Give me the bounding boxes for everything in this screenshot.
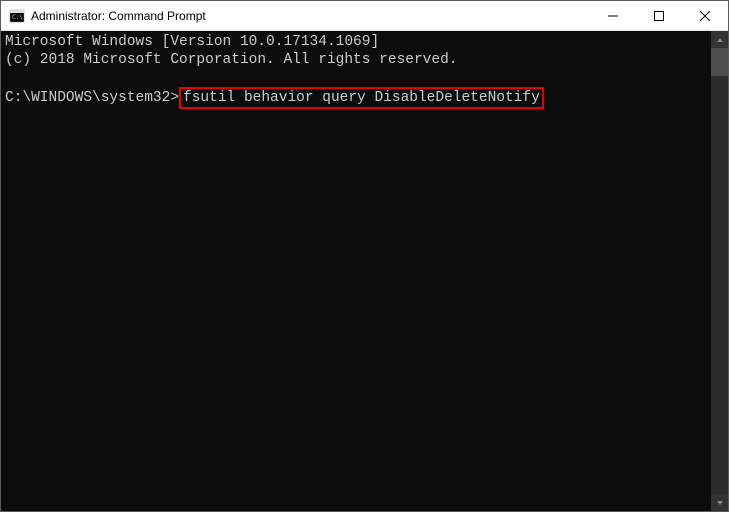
terminal-line: (c) 2018 Microsoft Corporation. All righ… — [5, 52, 457, 68]
close-button[interactable] — [682, 1, 728, 30]
vertical-scrollbar[interactable] — [711, 31, 728, 511]
window-frame: C:\ Administrator: Command Prompt Micros… — [0, 0, 729, 512]
app-icon: C:\ — [9, 8, 25, 24]
svg-text:C:\: C:\ — [12, 14, 23, 21]
scroll-down-arrow-icon[interactable] — [711, 494, 728, 511]
scroll-thumb[interactable] — [711, 48, 728, 76]
titlebar[interactable]: C:\ Administrator: Command Prompt — [1, 1, 728, 31]
window-title: Administrator: Command Prompt — [31, 9, 590, 23]
minimize-button[interactable] — [590, 1, 636, 30]
terminal-content[interactable]: Microsoft Windows [Version 10.0.17134.10… — [1, 31, 711, 511]
scroll-up-arrow-icon[interactable] — [711, 31, 728, 48]
terminal-area: Microsoft Windows [Version 10.0.17134.10… — [1, 31, 728, 511]
terminal-line: Microsoft Windows [Version 10.0.17134.10… — [5, 34, 379, 50]
maximize-button[interactable] — [636, 1, 682, 30]
terminal-prompt: C:\WINDOWS\system32> — [5, 90, 179, 106]
window-controls — [590, 1, 728, 30]
terminal-command: fsutil behavior query DisableDeleteNotif… — [183, 90, 540, 106]
command-highlight: fsutil behavior query DisableDeleteNotif… — [179, 87, 544, 109]
